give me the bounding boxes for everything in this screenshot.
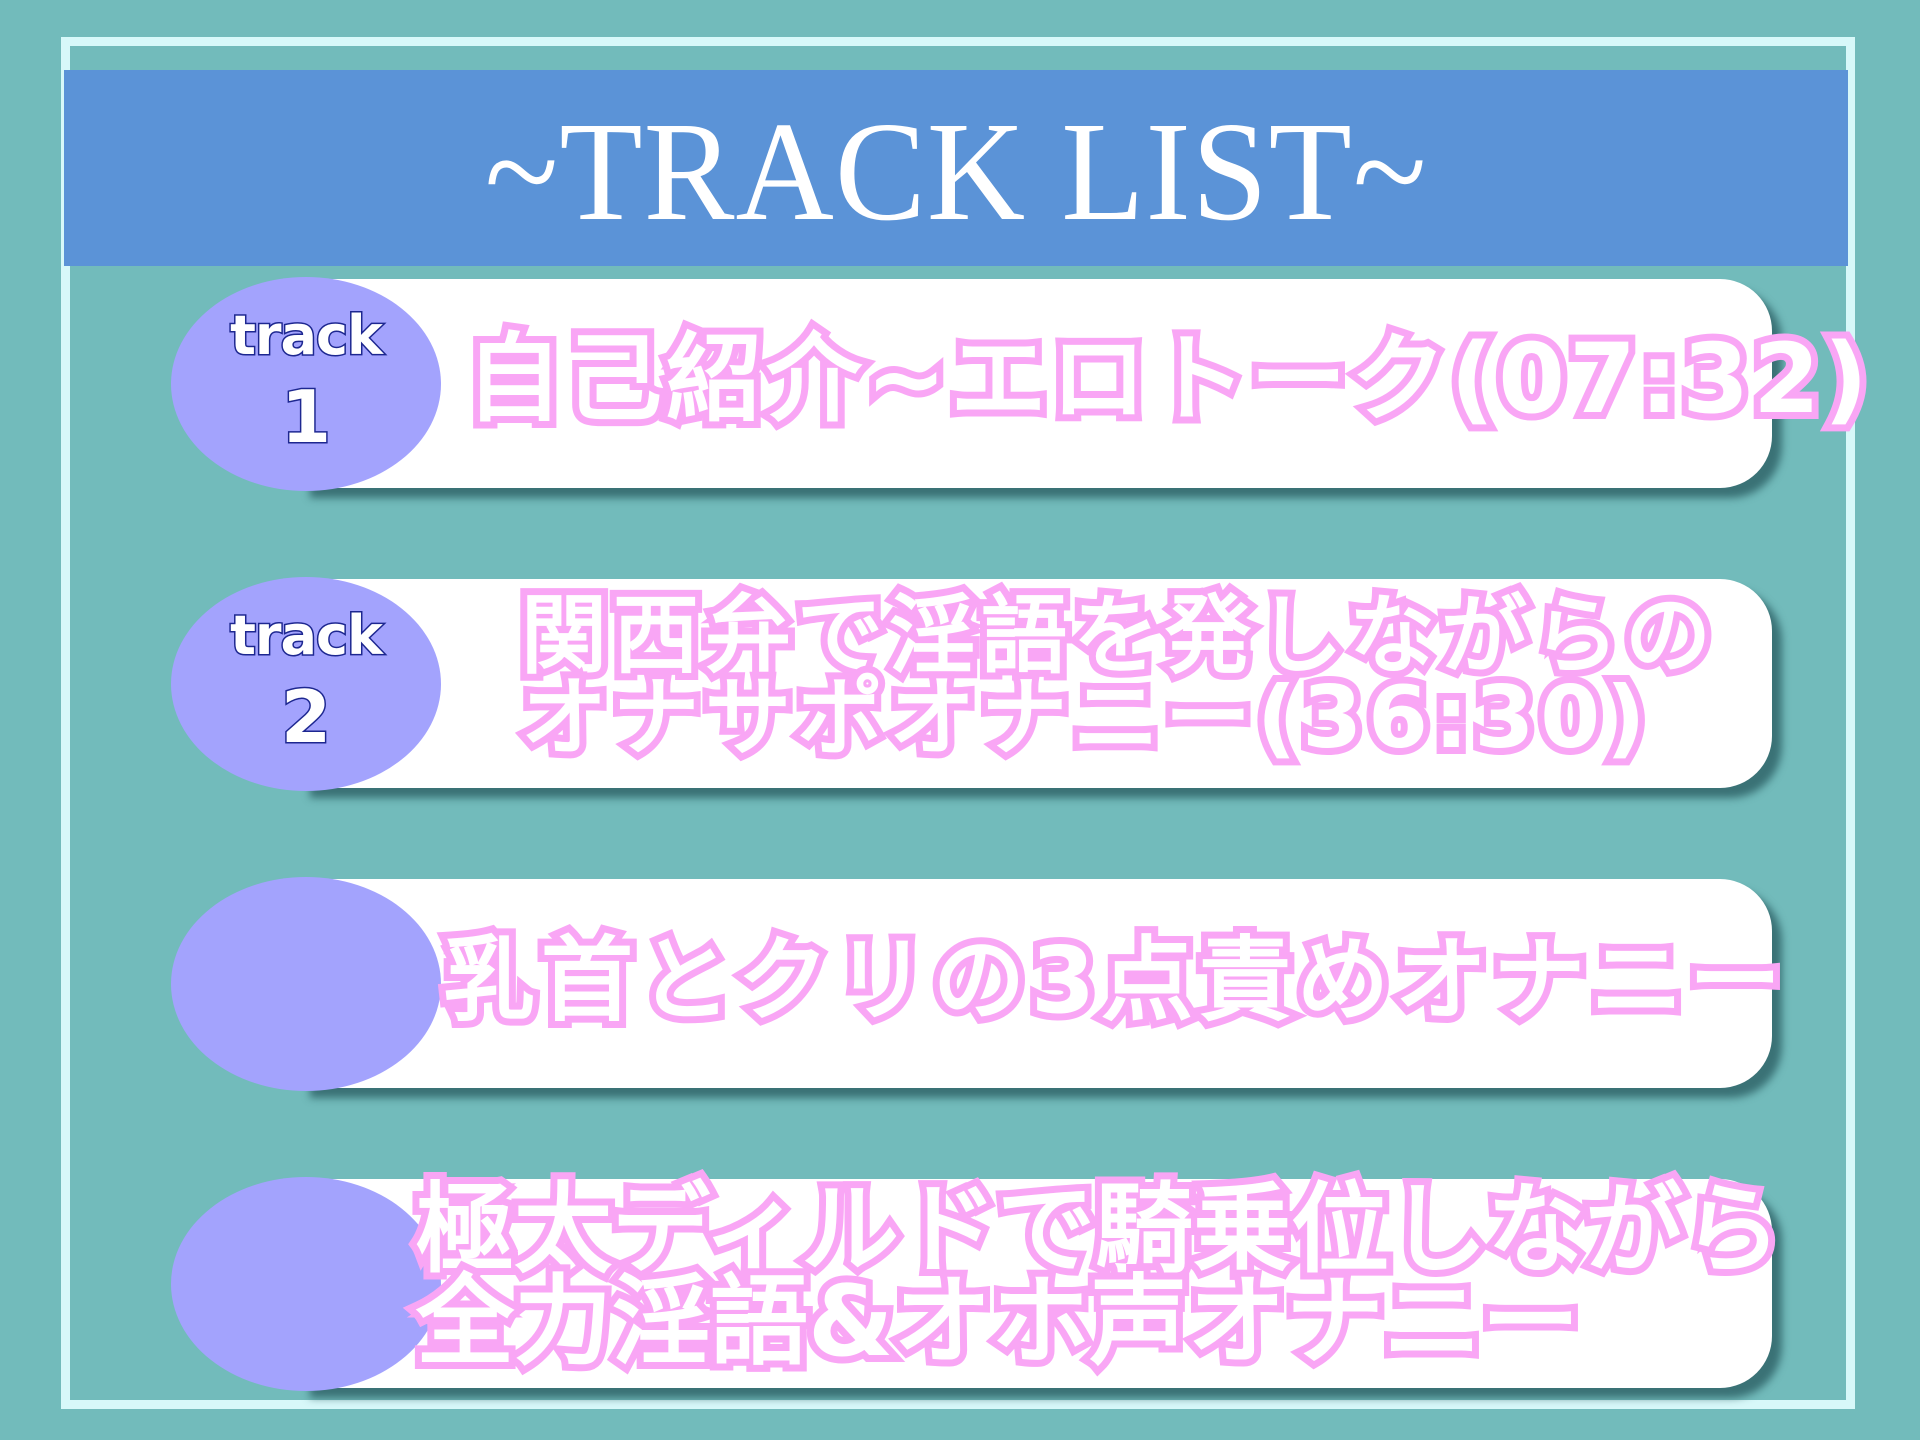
header-banner: ~TRACK LIST~ bbox=[64, 70, 1848, 266]
track-title-line: 自己紹介~エロトーク(07:32) bbox=[459, 323, 1875, 435]
track-title: 乳首とクリの3点責めオナニー bbox=[436, 927, 1788, 1034]
track-title-line: オナサポオナニー(36:30) bbox=[514, 668, 1652, 768]
badge-label: track bbox=[229, 604, 385, 667]
track-item-1[interactable]: track 1 自己紹介~エロトーク(07:32) bbox=[171, 277, 1875, 491]
track-title-line: 乳首とクリの3点責めオナニー bbox=[436, 927, 1788, 1034]
badge-number: 1 bbox=[279, 375, 332, 459]
badge-label: track bbox=[229, 304, 385, 367]
track-title-line: 関西弁で淫語を発しながらの bbox=[514, 586, 1718, 686]
track-item-3[interactable]: 乳首とクリの3点責めオナニー bbox=[171, 877, 1788, 1091]
track-number-badge bbox=[171, 1177, 441, 1391]
track-title-line: 全力淫語&オホ声オナニー bbox=[409, 1265, 1586, 1379]
track-number-badge: track 2 bbox=[171, 577, 441, 791]
track-number-badge: track 1 bbox=[171, 277, 441, 491]
track-number-badge bbox=[171, 877, 441, 1091]
track-title: 極太ディルドで騎乗位しながら 全力淫語&オホ声オナニー bbox=[409, 1174, 1788, 1379]
track-title: 自己紹介~エロトーク(07:32) bbox=[459, 323, 1875, 435]
track-item-2[interactable]: track 2 関西弁で淫語を発しながらの オナサポオナニー(36:30) bbox=[171, 577, 1772, 791]
badge-number: 2 bbox=[279, 675, 332, 759]
page-title: ~TRACK LIST~ bbox=[484, 92, 1428, 250]
track-item-4[interactable]: 極太ディルドで騎乗位しながら 全力淫語&オホ声オナニー bbox=[171, 1174, 1788, 1391]
track-title: 関西弁で淫語を発しながらの オナサポオナニー(36:30) bbox=[514, 586, 1718, 768]
